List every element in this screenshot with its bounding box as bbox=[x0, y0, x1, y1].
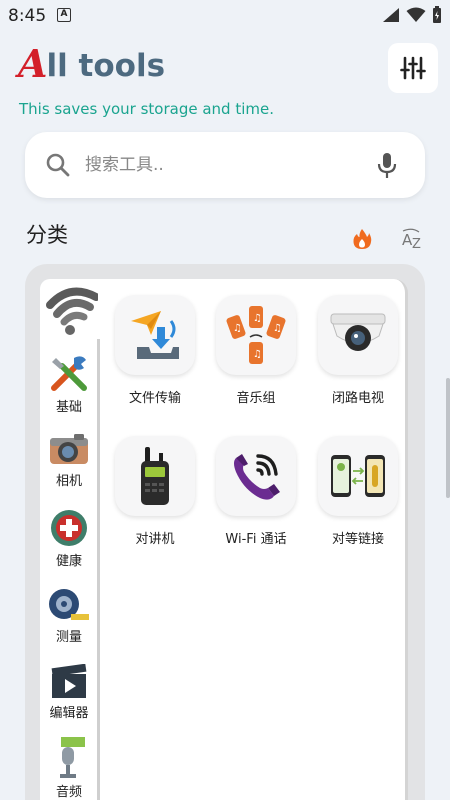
status-bar: 8:45 A bbox=[0, 0, 450, 32]
sliders-icon bbox=[400, 56, 426, 80]
tool-label: Wi-Fi 通话 bbox=[225, 532, 287, 547]
svg-text:♫: ♫ bbox=[233, 323, 242, 334]
tool-card bbox=[115, 436, 195, 516]
peer-link-icon bbox=[331, 455, 385, 497]
svg-text:♫: ♫ bbox=[253, 313, 262, 324]
tool-file-transfer[interactable]: 文件传输 bbox=[105, 295, 205, 406]
tool-label: 音乐组 bbox=[236, 391, 276, 406]
tool-music-group[interactable]: ♫ ♫ ♫ ♫ 音乐组 bbox=[206, 295, 306, 406]
tool-label: 闭路电视 bbox=[331, 391, 384, 406]
wifi-call-icon bbox=[234, 454, 280, 500]
sidebar-item-label: 基础 bbox=[55, 400, 82, 415]
wifi-status-icon bbox=[406, 7, 426, 22]
camera-icon bbox=[50, 434, 88, 464]
notification-a-icon: A bbox=[57, 8, 71, 22]
search-bar[interactable] bbox=[25, 132, 425, 198]
walkie-talkie-icon bbox=[141, 447, 169, 505]
search-input[interactable] bbox=[85, 148, 365, 182]
svg-text:Z: Z bbox=[412, 237, 421, 250]
sidebar-item-connectivity[interactable] bbox=[40, 279, 100, 339]
app-title-text: ll tools bbox=[46, 48, 166, 84]
microphone-icon[interactable] bbox=[376, 152, 398, 180]
tool-label: 对等链接 bbox=[331, 532, 384, 547]
health-icon bbox=[51, 510, 87, 546]
sidebar-item-editor[interactable]: 编辑器 bbox=[40, 664, 98, 721]
sort-az-icon[interactable]: A Z bbox=[400, 228, 424, 250]
sidebar-item-label: 编辑器 bbox=[49, 706, 89, 721]
sidebar-item-audio[interactable]: 音频 bbox=[40, 737, 98, 800]
tool-label: 对讲机 bbox=[135, 532, 175, 547]
tape-measure-icon bbox=[49, 589, 89, 620]
battery-icon bbox=[433, 6, 441, 23]
fire-icon[interactable] bbox=[352, 228, 372, 250]
app-title: A ll tools bbox=[18, 40, 166, 86]
wifi-icon bbox=[46, 287, 98, 335]
tool-cctv[interactable]: 闭路电视 bbox=[308, 295, 408, 406]
sidebar-item-label: 音频 bbox=[55, 785, 82, 800]
microphone-icon bbox=[60, 737, 85, 778]
music-group-icon: ♫ ♫ ♫ ♫ bbox=[226, 306, 286, 364]
tool-card: ♫ ♫ ♫ ♫ bbox=[216, 295, 296, 375]
tool-walkie-talkie[interactable]: 对讲机 bbox=[105, 436, 205, 547]
tool-card bbox=[115, 295, 195, 375]
tool-card bbox=[318, 436, 398, 516]
svg-text:♫: ♫ bbox=[273, 323, 282, 334]
tool-card bbox=[318, 295, 398, 375]
sidebar-item-basic[interactable]: 基础 bbox=[40, 352, 98, 415]
sidebar-item-label: 相机 bbox=[55, 474, 82, 489]
tool-label: 文件传输 bbox=[128, 391, 181, 406]
video-editor-icon bbox=[51, 664, 87, 698]
sidebar-item-health[interactable]: 健康 bbox=[40, 508, 98, 569]
file-transfer-icon bbox=[131, 311, 179, 359]
status-icons bbox=[382, 6, 442, 24]
tool-card bbox=[216, 436, 296, 516]
sidebar-item-measure[interactable]: 测量 bbox=[40, 586, 98, 645]
page-scrollbar[interactable] bbox=[446, 378, 450, 498]
sidebar-item-label: 测量 bbox=[55, 630, 82, 645]
svg-text:♫: ♫ bbox=[253, 349, 262, 360]
filter-settings-button[interactable] bbox=[388, 43, 438, 93]
status-time: 8:45 bbox=[8, 6, 47, 26]
tool-wifi-call[interactable]: Wi-Fi 通话 bbox=[206, 436, 306, 547]
categories-heading: 分类 bbox=[26, 223, 68, 247]
sidebar-item-label: 健康 bbox=[55, 554, 82, 569]
search-icon bbox=[46, 153, 70, 177]
app-subtitle: This saves your storage and time. bbox=[19, 100, 275, 118]
tools-icon bbox=[51, 356, 87, 391]
tool-peer-link[interactable]: 对等链接 bbox=[308, 436, 408, 547]
cctv-icon bbox=[330, 313, 386, 351]
app-title-logo-letter: A bbox=[18, 41, 48, 86]
signal-icon bbox=[383, 8, 399, 22]
sidebar-item-camera[interactable]: 相机 bbox=[40, 432, 98, 489]
